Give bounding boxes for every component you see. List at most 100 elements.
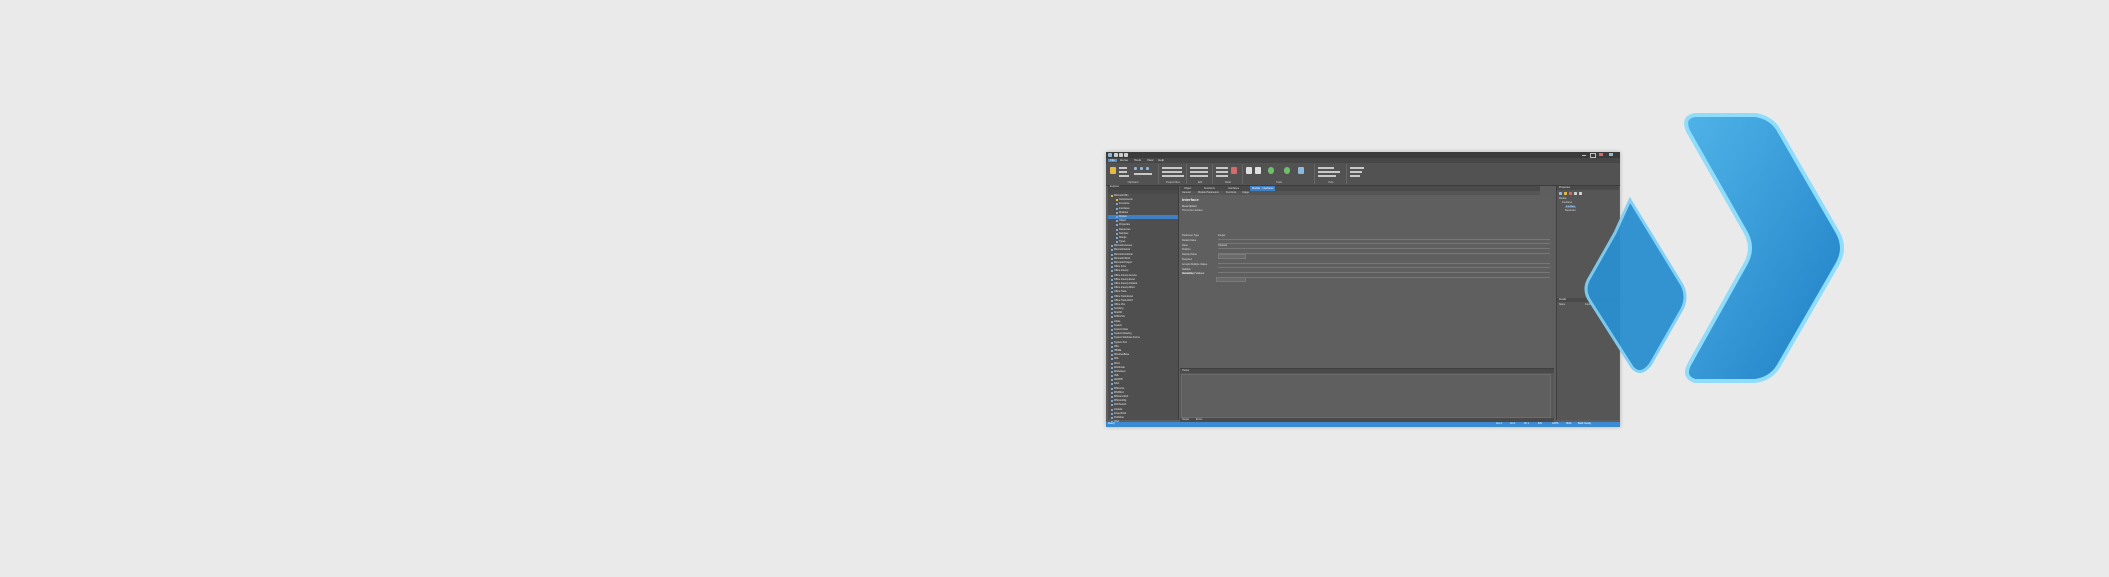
layout-button[interactable] xyxy=(1350,167,1364,169)
help-document-icon[interactable] xyxy=(1298,167,1304,174)
sync-icon[interactable] xyxy=(1284,167,1290,174)
open-project-button[interactable] xyxy=(1162,171,1182,173)
tree-item-module[interactable]: Module xyxy=(1559,198,1567,200)
build-button[interactable] xyxy=(1216,167,1228,169)
tab-errors[interactable]: Errors xyxy=(1196,419,1202,421)
accepted-values-dropdown[interactable] xyxy=(1216,277,1246,282)
find-icon[interactable] xyxy=(1134,167,1137,170)
field-value[interactable]: Integer xyxy=(1218,234,1225,237)
menu-help[interactable]: Help xyxy=(1158,159,1164,162)
field-value[interactable]: Optional xyxy=(1218,244,1227,247)
explorer-item-label: Microsoft.Win xyxy=(1114,194,1129,197)
node-icon xyxy=(1111,262,1113,264)
close-project-button[interactable] xyxy=(1162,175,1184,177)
status-bar: Ready Line 1 Col 1 Ch 1 INS CAPS NUM Build: Re… xyxy=(1106,422,1620,427)
add-file-button[interactable] xyxy=(1190,167,1208,169)
save-icon[interactable] xyxy=(1114,153,1118,157)
node-icon xyxy=(1111,295,1113,298)
clean-button[interactable] xyxy=(1216,175,1228,177)
node-icon xyxy=(1111,408,1113,411)
explorer-item-label: Worksheet xyxy=(1114,369,1126,373)
format-button[interactable] xyxy=(1119,175,1129,177)
replace-icon[interactable] xyxy=(1140,167,1143,170)
node-icon xyxy=(1116,211,1118,214)
output-area[interactable] xyxy=(1181,374,1551,418)
new-project-button[interactable] xyxy=(1162,167,1182,169)
node-icon xyxy=(1116,241,1118,244)
select-all-button[interactable] xyxy=(1134,173,1152,175)
node-icon xyxy=(1111,291,1113,294)
node-icon xyxy=(1111,333,1113,336)
field-label: Parameter Type xyxy=(1182,234,1199,237)
ribbon-group-clipboard: Clipboard xyxy=(1108,164,1159,184)
explorer-item-label: VBA xyxy=(1114,344,1119,348)
node-icon xyxy=(1111,412,1113,415)
node-icon xyxy=(1111,375,1113,378)
node-icon xyxy=(1111,270,1113,273)
field-row: Value Optional xyxy=(1182,244,1552,249)
accepted-values-label: Accepted Values xyxy=(1182,271,1205,275)
cut-button[interactable] xyxy=(1119,167,1127,169)
ribbon-group-edit: Edit xyxy=(1188,164,1213,184)
field-row: Nullable xyxy=(1182,268,1552,273)
ribbon: Clipboard Project Files Edit Build Tools… xyxy=(1106,163,1620,186)
explorer-item-label: Publisher xyxy=(1114,415,1124,419)
field-row: Required xyxy=(1182,258,1552,263)
node-icon xyxy=(1111,416,1113,419)
node-icon xyxy=(1111,316,1113,319)
node-icon xyxy=(1111,303,1113,306)
menu-view[interactable]: View xyxy=(1147,159,1153,162)
tab-output[interactable]: Output xyxy=(1182,419,1189,421)
rename-button[interactable] xyxy=(1190,175,1208,177)
explorer-item-label: Microsoft.Project xyxy=(1114,261,1132,264)
node-icon xyxy=(1111,324,1113,327)
menu-home[interactable]: Home xyxy=(1120,159,1128,162)
ribbon-group-caption: Tools xyxy=(1276,180,1282,184)
node-icon xyxy=(1111,362,1113,365)
about-button[interactable] xyxy=(1318,167,1334,169)
explorer-list: Microsoft.Win Components Functions Interfac… xyxy=(1108,194,1178,427)
explorer-item-label: Scripting xyxy=(1114,307,1124,311)
field-label: Default Value xyxy=(1182,238,1197,242)
explorer-item-label: Components xyxy=(1119,198,1133,202)
undo-icon[interactable] xyxy=(1119,153,1123,157)
menu-tools[interactable]: Tools xyxy=(1134,159,1141,162)
node-icon xyxy=(1116,215,1118,218)
explorer-item-label: MSXML2 xyxy=(1114,390,1124,394)
run-icon[interactable] xyxy=(1231,167,1237,174)
menu-file[interactable]: File xyxy=(1108,159,1117,162)
explorer-item-label: Microsoft.Excel xyxy=(1114,248,1131,252)
node-icon xyxy=(1111,329,1113,331)
node-icon xyxy=(1116,228,1118,231)
sort-icon[interactable] xyxy=(1559,192,1562,195)
explorer-item-label: Object xyxy=(1119,219,1126,223)
explorer-item-label: Office.Tools.Excel xyxy=(1114,294,1133,298)
status-indicator: CAPS xyxy=(1552,423,1559,425)
ribbon-group-caption: Help xyxy=(1328,180,1334,184)
remove-file-button[interactable] xyxy=(1190,171,1208,173)
node-icon xyxy=(1111,366,1113,369)
node-icon xyxy=(1116,236,1118,239)
copy-button[interactable] xyxy=(1119,171,1127,173)
node-icon xyxy=(1111,249,1113,252)
explorer-item-label: Office.Interop.Access xyxy=(1114,273,1137,277)
description-text[interactable]: This is the interface xyxy=(1182,209,1203,212)
app-icon xyxy=(1108,153,1112,157)
explorer-item-label: Properties xyxy=(1119,223,1130,227)
node-icon xyxy=(1111,345,1113,348)
paste-icon[interactable] xyxy=(1110,167,1116,174)
support-button[interactable] xyxy=(1318,175,1336,177)
explorer-item-label: Strings xyxy=(1119,235,1127,239)
explorer-item-label: Office.Vbe xyxy=(1114,302,1126,306)
refresh-icon[interactable] xyxy=(1268,167,1274,174)
options-button[interactable] xyxy=(1350,171,1362,173)
rebuild-button[interactable] xyxy=(1216,171,1228,173)
explorer-item-label: Office.Interop xyxy=(1114,269,1129,273)
documentation-button[interactable] xyxy=(1318,171,1340,173)
goto-icon[interactable] xyxy=(1146,167,1149,170)
settings-button[interactable] xyxy=(1350,175,1360,177)
export-icon[interactable] xyxy=(1255,167,1261,174)
redo-icon[interactable] xyxy=(1124,153,1128,157)
document-icon[interactable] xyxy=(1246,167,1252,174)
folder-icon[interactable] xyxy=(1564,192,1567,195)
